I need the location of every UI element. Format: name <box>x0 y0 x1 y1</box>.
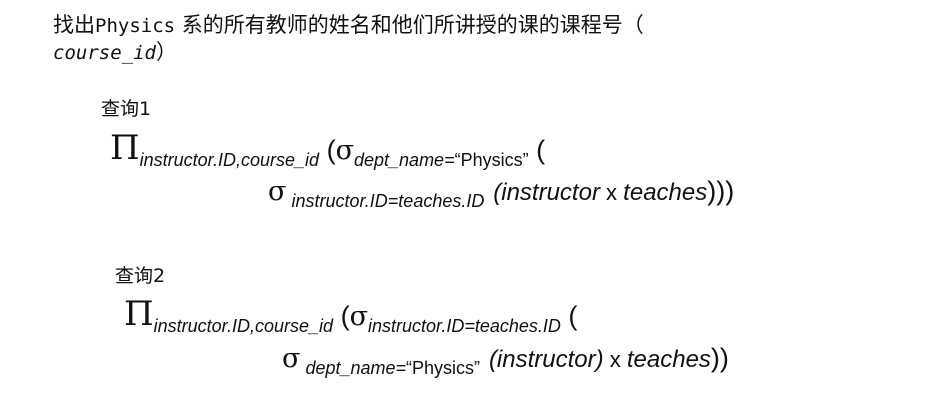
query2-sigma2-value: “Physics” <box>406 358 481 378</box>
question-suffix: ） <box>155 40 177 64</box>
query1-sigma-symbol: σ <box>335 135 354 166</box>
query1-sigma2-symbol: σ <box>268 176 287 207</box>
query1-label: 查询1 <box>101 98 152 120</box>
query1-cross-product: x <box>599 180 624 205</box>
query1-open-paren-2: ( <box>528 135 546 165</box>
query1-open-paren-1: ( <box>319 135 336 165</box>
query2-close-parens: )) <box>710 343 729 373</box>
query2-open-paren-1: ( <box>333 301 350 331</box>
query2-sigma-symbol: σ <box>349 301 368 332</box>
question-middle: 系的所有教师的姓名和他们所讲授的课的课程号（ <box>175 13 644 37</box>
query2-sigma2-symbol: σ <box>282 343 301 374</box>
query1-sigma-subscript: dept_name= <box>354 150 455 170</box>
query2-line1: Πinstructor.ID,course_id (σinstructor.ID… <box>124 294 578 336</box>
query2-pi-symbol: Π <box>124 294 154 334</box>
question-text: 找出Physics 系的所有教师的姓名和他们所讲授的课的课程号（ course_… <box>53 12 644 66</box>
query2-open-paren-2: ( <box>560 301 578 331</box>
query2-sigma-subscript: instructor.ID=teaches.ID <box>368 316 561 336</box>
query1-pi-subscript: instructor.ID,course_id <box>139 150 320 170</box>
query2-cross-product: x <box>603 347 627 372</box>
question-field: course_id <box>53 42 156 64</box>
query2-sigma2-subscript: dept_name= <box>300 358 407 378</box>
query1-line2: σ instructor.ID=teaches.ID (instructor x… <box>268 176 735 211</box>
query1-sigma-value: “Physics” <box>454 150 529 170</box>
query1-relation-instructor: (instructor <box>493 179 600 206</box>
query1-sigma2-subscript: instructor.ID=teaches.ID <box>286 191 485 211</box>
question-dept: Physics <box>95 15 176 37</box>
question-prefix: 找出 <box>53 13 95 37</box>
query2-relation-instructor: (instructor) <box>488 346 604 373</box>
query2-pi-subscript: instructor.ID,course_id <box>153 316 334 336</box>
query1-close-parens: ))) <box>707 176 735 206</box>
query2-line2: σ dept_name=“Physics” (instructor) x tea… <box>282 343 729 378</box>
query2-relation-teaches: teaches <box>626 346 711 373</box>
query1-pi-symbol: Π <box>110 128 140 168</box>
query1-relation-teaches: teaches <box>623 179 708 206</box>
query1-line1: Πinstructor.ID,course_id (σdept_name=“Ph… <box>110 128 546 170</box>
query2-label: 查询2 <box>115 265 166 287</box>
